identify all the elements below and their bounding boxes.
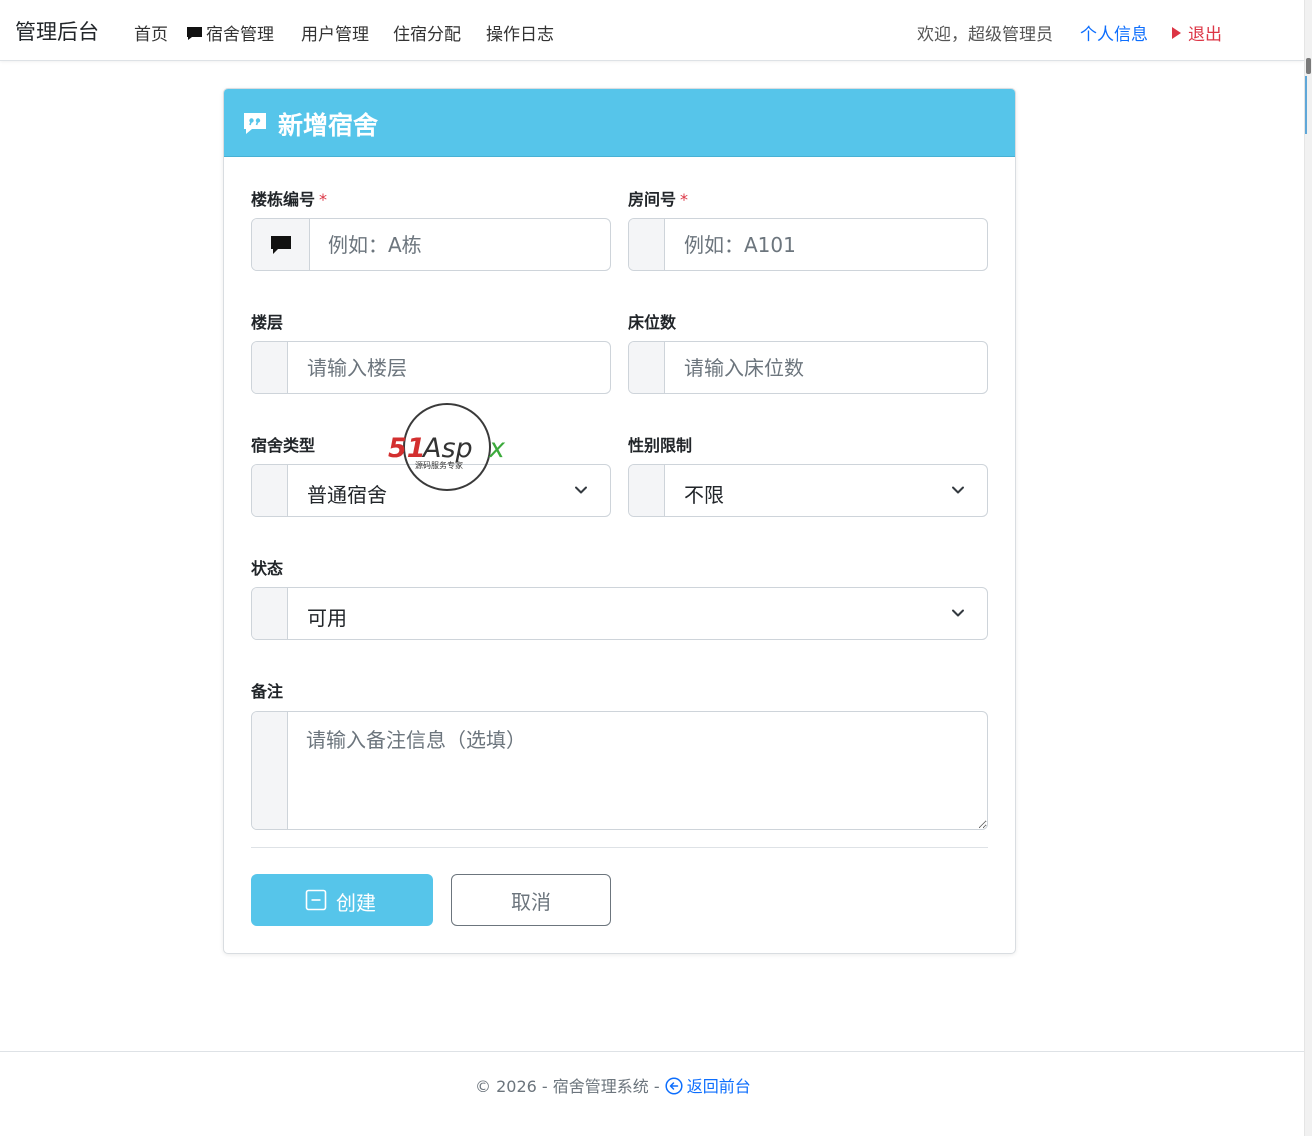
floor-input[interactable]	[288, 342, 610, 393]
chevron-down-icon	[952, 609, 964, 617]
chevron-down-icon	[575, 486, 587, 494]
brand-title[interactable]: 管理后台	[15, 16, 99, 46]
type-label: 宿舍类型	[251, 436, 316, 455]
card-header: 新增宿舍	[224, 89, 1015, 157]
logout-label: 退出	[1188, 25, 1222, 45]
gender-select[interactable]: 不限	[628, 464, 988, 517]
scrollbar-thumb[interactable]	[1306, 58, 1311, 74]
page-footer: © 2026 - 宿舍管理系统 - 返回前台	[0, 1051, 1304, 1136]
nav-dorm-management[interactable]: 宿舍管理	[186, 20, 274, 45]
remark-textarea[interactable]	[288, 712, 987, 829]
caret-right-icon	[1172, 27, 1181, 39]
watermark-logo: 51 Asp x 源码服务专家	[388, 403, 506, 491]
status-addon	[252, 588, 288, 639]
remark-label: 备注	[251, 682, 284, 701]
type-addon	[252, 465, 288, 516]
remark-addon	[252, 712, 288, 829]
gender-selected-value: 不限	[684, 483, 724, 507]
svg-text:51: 51	[388, 433, 426, 464]
create-button[interactable]: 创建	[251, 874, 433, 926]
cancel-button[interactable]: 取消	[451, 874, 611, 926]
back-to-frontend-link[interactable]: 返回前台	[665, 1077, 751, 1096]
chat-bubble-icon	[271, 236, 291, 254]
beds-label: 床位数	[628, 313, 677, 332]
gender-addon	[629, 465, 665, 516]
save-icon	[305, 889, 327, 911]
beds-input-group	[628, 341, 988, 394]
building-input-group	[251, 218, 611, 271]
required-mark: *	[680, 190, 689, 209]
nav-dorm-label: 宿舍管理	[206, 25, 274, 45]
nav-operation-log[interactable]: 操作日志	[486, 20, 554, 45]
beds-input[interactable]	[665, 342, 987, 393]
gender-label: 性别限制	[628, 436, 693, 455]
building-input[interactable]	[310, 219, 610, 270]
status-select[interactable]: 可用	[251, 587, 988, 640]
floor-addon	[252, 342, 288, 393]
arrow-left-circle-icon	[665, 1077, 683, 1095]
create-button-label: 创建	[336, 891, 376, 915]
chevron-down-icon	[952, 486, 964, 494]
building-label: 楼栋编号 *	[251, 190, 328, 209]
svg-text:源码服务专家: 源码服务专家	[415, 460, 463, 470]
card-title: 新增宿舍	[278, 111, 379, 140]
svg-text:Asp: Asp	[421, 433, 473, 464]
welcome-text: 欢迎，超级管理员	[917, 25, 1053, 45]
top-navbar: 管理后台 首页 宿舍管理 用户管理 住宿分配 操作日志 欢迎，超级管理员 个人信…	[0, 0, 1304, 61]
type-selected-value: 普通宿舍	[307, 483, 387, 507]
new-dorm-card: 新增宿舍 楼栋编号* 房间号* 楼层 床位数 宿舍类型 普通宿舍 性别限制 不限…	[223, 88, 1016, 954]
floor-input-group	[251, 341, 611, 394]
nav-user-management[interactable]: 用户管理	[301, 20, 369, 45]
room-input-group	[628, 218, 988, 271]
floor-label: 楼层	[251, 313, 284, 332]
room-addon	[629, 219, 665, 270]
quote-bubble-icon	[244, 113, 266, 134]
nav-accommodation[interactable]: 住宿分配	[393, 20, 461, 45]
scrollbar-edge	[1305, 76, 1307, 134]
footer-text: © 2026 - 宿舍管理系统 - 返回前台	[475, 1077, 751, 1096]
form-divider	[251, 847, 988, 848]
nav-home[interactable]: 首页	[134, 20, 168, 45]
status-selected-value: 可用	[307, 606, 347, 630]
chat-bubble-icon	[187, 27, 202, 40]
building-addon	[252, 219, 310, 270]
logout-link[interactable]: 退出	[1172, 20, 1222, 45]
room-label: 房间号 *	[628, 190, 689, 209]
beds-addon	[629, 342, 665, 393]
profile-link[interactable]: 个人信息	[1080, 20, 1148, 45]
status-label: 状态	[251, 559, 284, 578]
room-input[interactable]	[665, 219, 987, 270]
remark-input-group	[251, 711, 988, 830]
required-mark: *	[319, 190, 328, 209]
page-scrollbar[interactable]	[1304, 0, 1312, 1136]
svg-text:x: x	[488, 433, 506, 464]
